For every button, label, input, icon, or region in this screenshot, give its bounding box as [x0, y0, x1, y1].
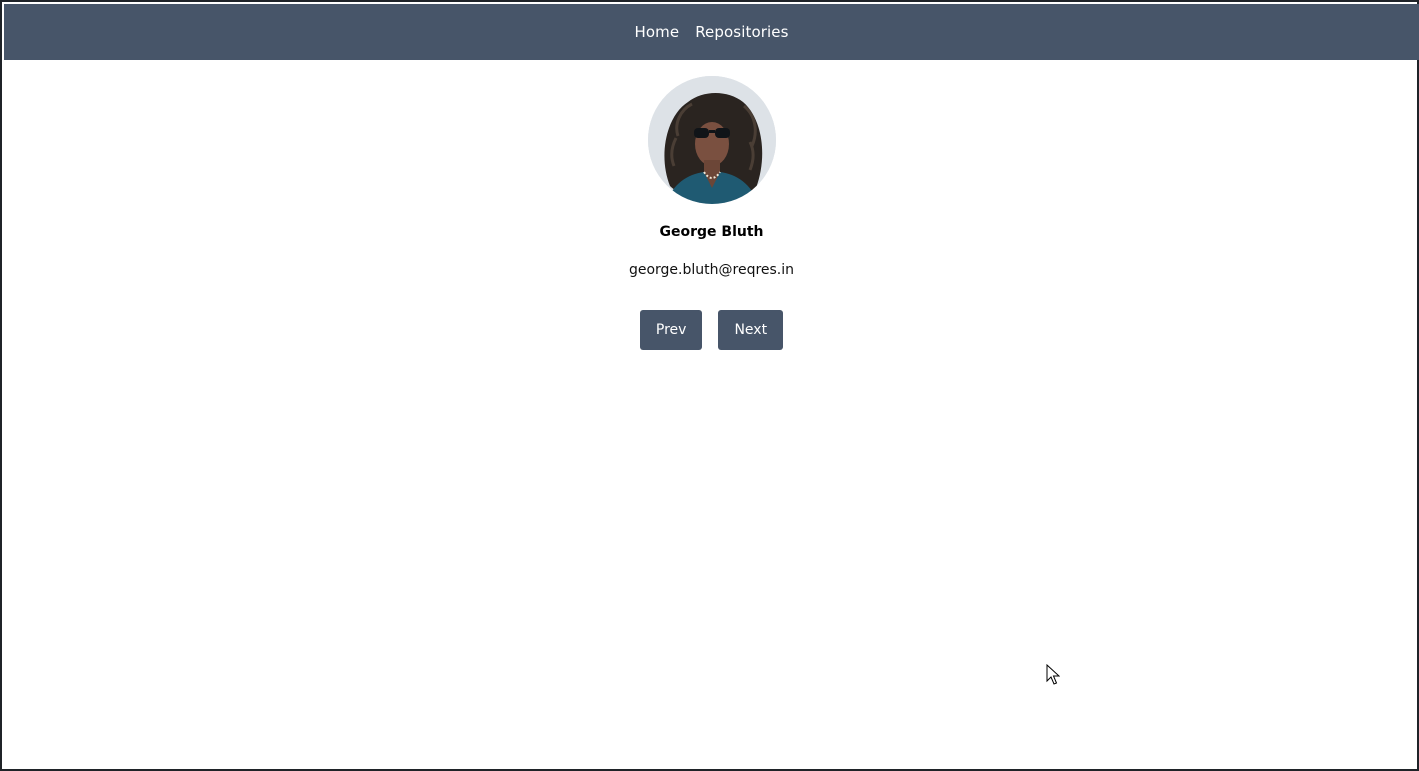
nav-link-home[interactable]: Home [635, 23, 680, 41]
next-button[interactable]: Next [718, 310, 784, 350]
user-profile-card: George Bluth george.bluth@reqres.in Prev… [2, 76, 1419, 350]
user-name: George Bluth [659, 224, 764, 240]
pagination-controls: Prev Next [639, 310, 784, 350]
avatar [647, 76, 776, 204]
avatar-photo [647, 76, 776, 204]
nav-link-repositories[interactable]: Repositories [695, 23, 788, 41]
user-email: george.bluth@reqres.in [628, 262, 795, 278]
browser-viewport: Home Repositories George Bluth george.bl… [0, 0, 1419, 771]
prev-button[interactable]: Prev [639, 310, 703, 350]
top-navbar: Home Repositories [4, 4, 1419, 60]
mouse-cursor-icon [1046, 663, 1061, 690]
